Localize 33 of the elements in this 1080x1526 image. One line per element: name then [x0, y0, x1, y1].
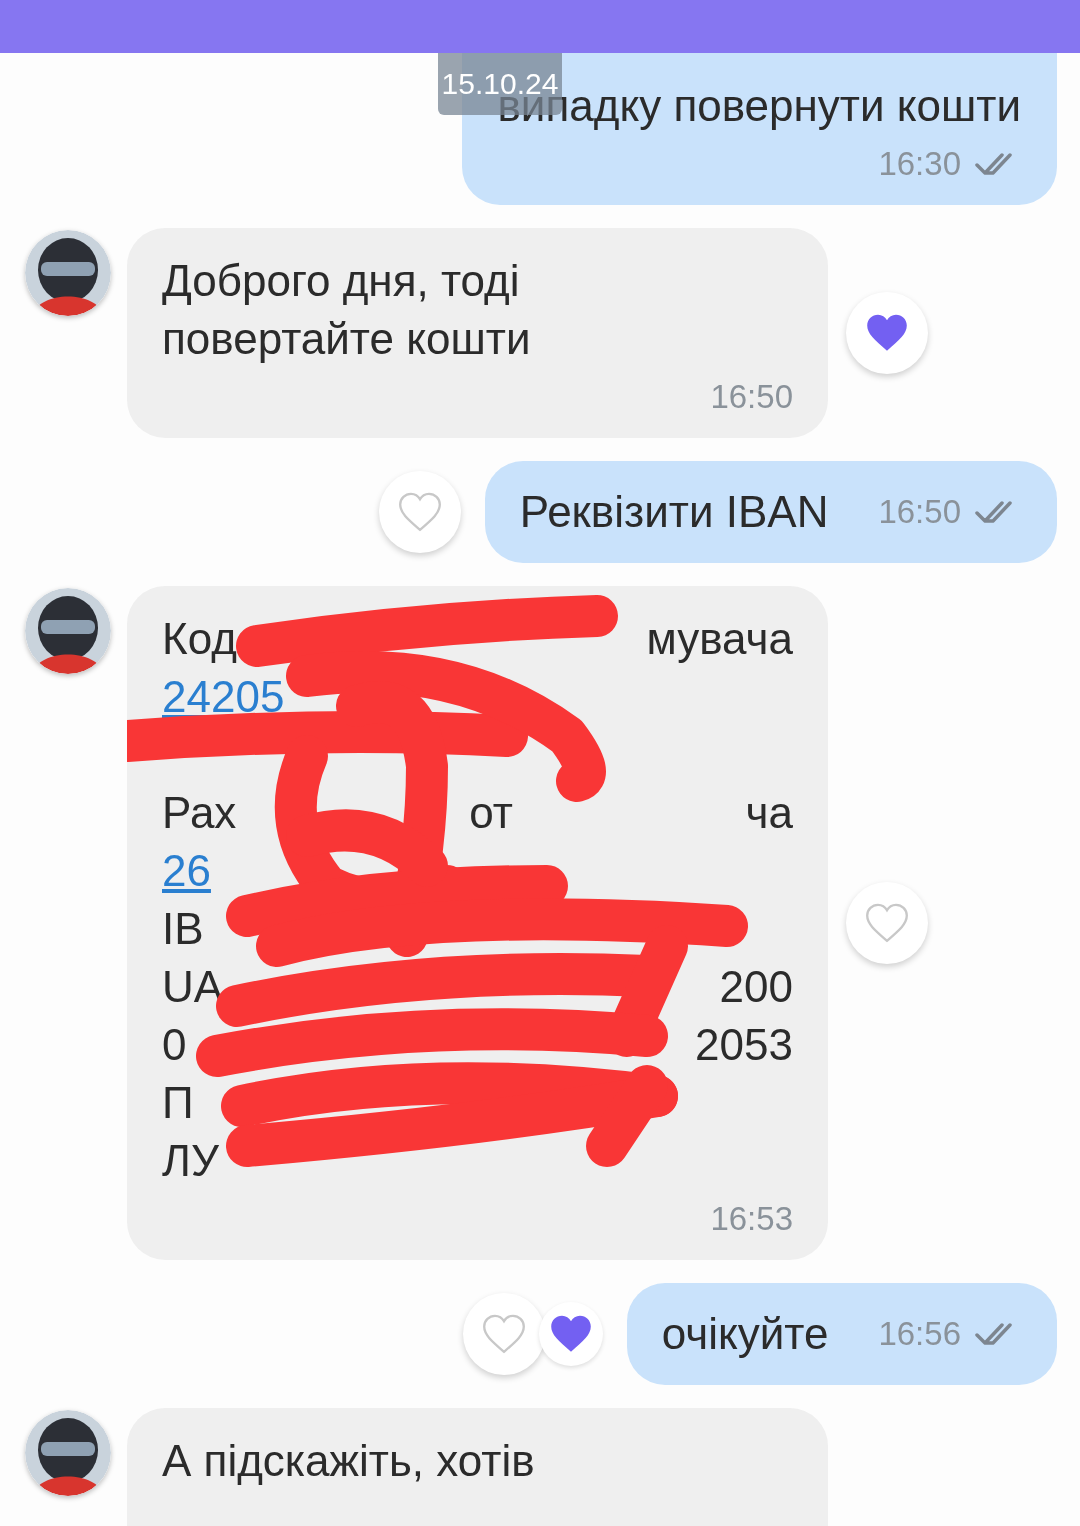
- heart-outline-icon: [481, 1314, 526, 1354]
- avatar-icon: [25, 588, 111, 674]
- text-fragment: от: [469, 787, 513, 839]
- text-fragment: Код: [162, 613, 237, 665]
- text-fragment: ча: [745, 787, 793, 839]
- message-text: Реквізити IBAN: [519, 486, 829, 538]
- text-fragment: 0: [162, 1019, 187, 1071]
- message-text: очікуйте: [661, 1308, 829, 1360]
- text-fragment: ІВ: [162, 903, 204, 955]
- heart-icon: [865, 313, 909, 353]
- heart-outline-icon: [397, 492, 442, 532]
- message-text: Доброго дня, тоді повертайте кошти: [162, 255, 532, 365]
- message-text: А підскажіть, хотів: [162, 1435, 536, 1487]
- heart-icon: [548, 1314, 593, 1354]
- message-time: 16:56: [878, 1315, 961, 1353]
- message-time: 16:50: [710, 378, 793, 416]
- heart-outline-icon: [865, 903, 909, 943]
- like-button[interactable]: [846, 292, 928, 374]
- message-time: 16:30: [878, 145, 961, 183]
- number-link[interactable]: 24205: [162, 668, 285, 726]
- text-fragment: 2053: [695, 1019, 793, 1071]
- text-fragment: мувача: [646, 613, 793, 665]
- text-fragment: UA: [162, 961, 224, 1013]
- avatar-icon: [25, 1410, 111, 1496]
- number-link[interactable]: 26: [162, 842, 211, 900]
- avatar-icon: [25, 230, 111, 316]
- text-fragment: 200: [719, 961, 793, 1013]
- text-fragment: П: [162, 1077, 194, 1129]
- message-time: 16:53: [710, 1200, 793, 1238]
- like-button[interactable]: [538, 1302, 603, 1366]
- text-fragment: ЛУ: [162, 1135, 219, 1187]
- text-fragment: Рах: [162, 787, 237, 839]
- message-time: 16:50: [878, 493, 961, 531]
